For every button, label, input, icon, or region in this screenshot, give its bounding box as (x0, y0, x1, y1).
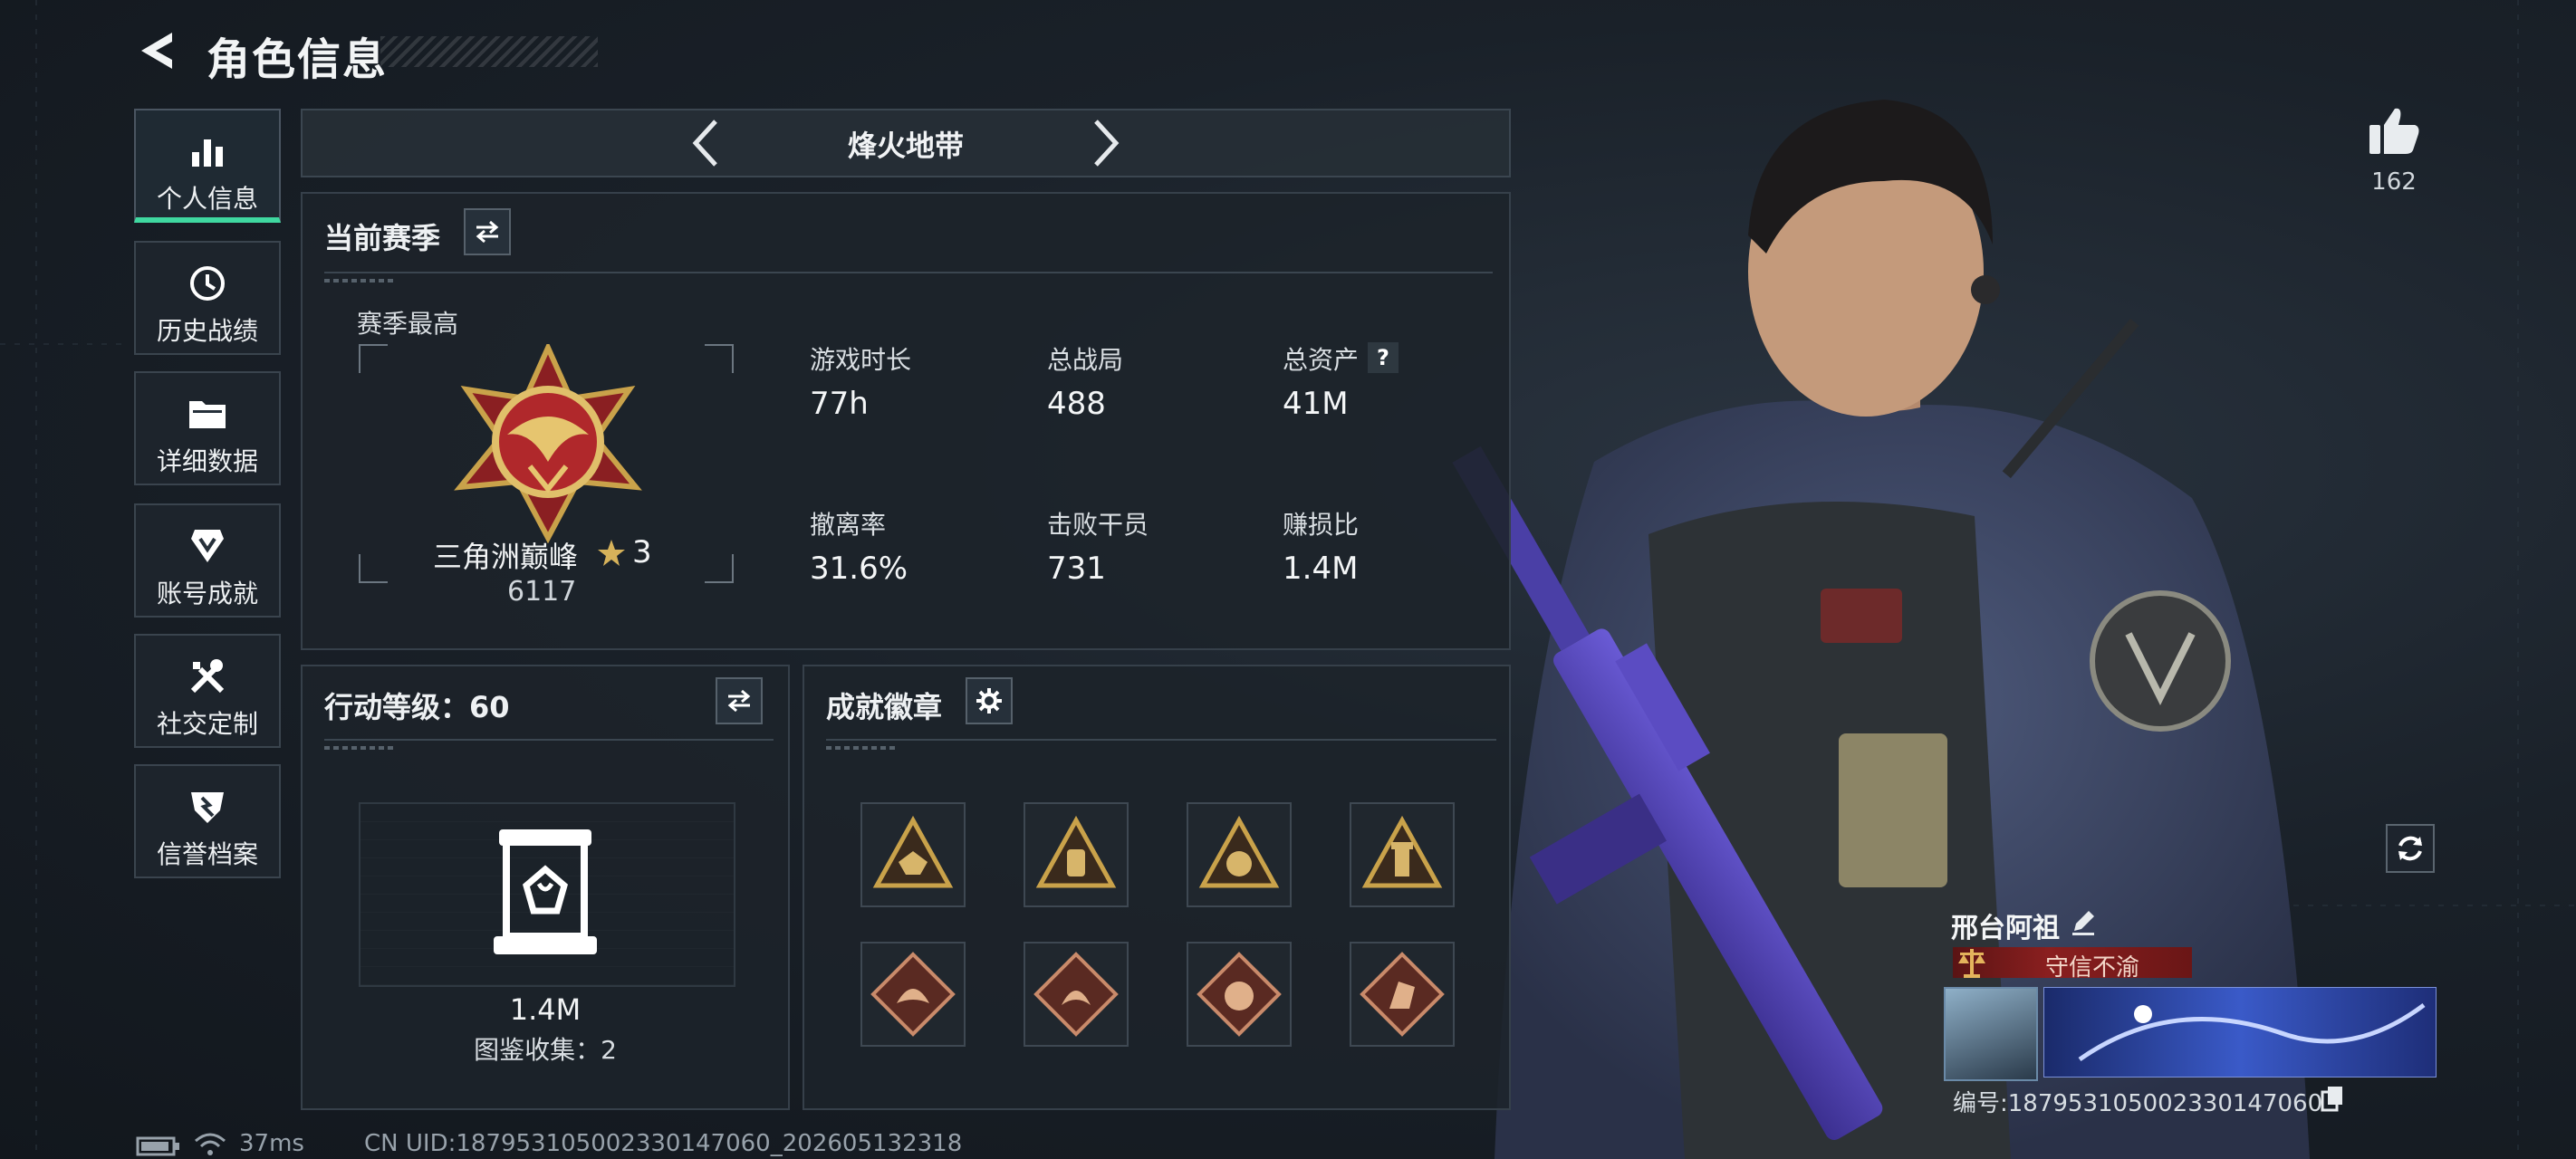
collection-count: 图鉴收集：2 (474, 1035, 617, 1065)
sidebar-item-label: 历史战绩 (156, 316, 258, 346)
edit-name-icon[interactable] (2069, 907, 2098, 936)
achievements-title: 成就徽章 (826, 690, 943, 724)
diamond-badge-icon (1033, 952, 1119, 1037)
next-mode-button[interactable] (1089, 116, 1125, 170)
star-icon (598, 540, 625, 566)
battery-icon (136, 1136, 179, 1156)
sidebar-item-detailed-data[interactable]: 详细数据 (134, 371, 281, 485)
previous-mode-button[interactable] (687, 116, 723, 170)
sidebar-item-history[interactable]: 历史战绩 (134, 241, 281, 355)
badge-slot[interactable] (1024, 942, 1129, 1047)
stat-value-total-matches: 488 (1047, 386, 1106, 422)
mode-name: 烽火地带 (847, 129, 964, 163)
divider (324, 739, 774, 741)
refresh-button[interactable] (2386, 824, 2435, 873)
collection-value: 1.4M (509, 992, 582, 1027)
season-title: 当前赛季 (324, 221, 441, 255)
season-highest-label: 赛季最高 (357, 309, 459, 339)
player-name: 邢台阿祖 (1951, 913, 2060, 944)
badge-slot[interactable] (1187, 942, 1292, 1047)
sidebar-item-label: 详细数据 (156, 446, 258, 476)
diamond-badge-icon (1360, 952, 1445, 1037)
shield-icon (136, 786, 279, 828)
divider-accent (324, 746, 397, 750)
triangle-badge-icon (872, 815, 954, 888)
sidebar-item-achievements[interactable]: 账号成就 (134, 503, 281, 618)
triangle-badge-icon (1198, 815, 1280, 888)
swap-icon (476, 220, 499, 244)
rank-name: 三角洲巅峰 (433, 540, 579, 574)
tools-icon (136, 656, 279, 697)
badge-slot[interactable] (1350, 802, 1455, 907)
sidebar-item-reputation[interactable]: 信誉档案 (134, 764, 281, 878)
help-icon[interactable]: ? (1368, 342, 1399, 373)
badge-slot[interactable] (860, 942, 966, 1047)
page-title: 角色信息 (207, 34, 389, 85)
frame-corner (359, 554, 388, 583)
sidebar-item-personal-info[interactable]: 个人信息 (134, 109, 281, 223)
bar-chart-icon (136, 130, 279, 172)
uid-text: CN UID:187953105002330147060_20260513231… (364, 1130, 963, 1157)
copy-icon[interactable] (2321, 1085, 2344, 1112)
rank-stars: 3 (632, 534, 652, 570)
action-level-title: 行动等级：60 (324, 690, 510, 724)
stat-label-kills: 击败干员 (1047, 510, 1149, 540)
divider (826, 739, 1496, 741)
display-case-icon (494, 829, 597, 954)
divider-accent (826, 746, 899, 750)
action-level-switch-button[interactable] (716, 677, 763, 724)
sidebar-item-label: 社交定制 (156, 709, 258, 739)
diamond-badge-icon (870, 952, 956, 1037)
stat-label-total-matches: 总战局 (1047, 345, 1124, 375)
refresh-icon (2398, 836, 2422, 861)
likes-count: 162 (2371, 168, 2417, 196)
back-button[interactable] (136, 29, 176, 72)
sidebar-item-label: 账号成就 (156, 579, 258, 608)
badge-slot[interactable] (860, 802, 966, 907)
season-switch-button[interactable] (464, 208, 511, 255)
triangle-badge-icon (1035, 815, 1117, 888)
rank-score: 6117 (507, 576, 577, 608)
history-icon (136, 263, 279, 304)
stat-label-extraction-rate: 撤离率 (810, 510, 887, 540)
divider (324, 272, 1493, 273)
frame-corner (705, 344, 734, 373)
title-decoration (380, 36, 598, 67)
achievements-settings-button[interactable] (966, 677, 1013, 724)
frame-corner (705, 554, 734, 583)
stat-label-total-assets: 总资产 (1283, 345, 1360, 375)
thumbs-up-icon[interactable] (2368, 105, 2420, 156)
stat-value-kills: 731 (1047, 551, 1106, 587)
achievement-icon (136, 525, 279, 567)
stat-value-extraction-rate: 31.6% (810, 551, 908, 587)
scales-icon (1958, 949, 1985, 978)
frame-corner (359, 344, 388, 373)
badge-slot[interactable] (1350, 942, 1455, 1047)
triangle-badge-icon (1361, 815, 1443, 888)
sidebar-item-label: 信誉档案 (156, 839, 258, 869)
stat-label-profit-ratio: 赚损比 (1283, 510, 1360, 540)
badge-slot[interactable] (1187, 802, 1292, 907)
badge-slot[interactable] (1024, 802, 1129, 907)
divider-accent (324, 279, 397, 283)
sidebar-item-label: 个人信息 (156, 184, 258, 214)
sidebar-item-social[interactable]: 社交定制 (134, 634, 281, 748)
reputation-text: 守信不渝 (2044, 954, 2139, 982)
stat-value-play-time: 77h (810, 386, 869, 422)
wifi-icon (195, 1133, 226, 1155)
avatar[interactable] (1944, 987, 2038, 1081)
stat-label-play-time: 游戏时长 (810, 345, 912, 375)
diamond-badge-icon (1197, 952, 1282, 1037)
stat-value-total-assets: 41M (1283, 386, 1349, 422)
stat-value-profit-ratio: 1.4M (1283, 551, 1359, 587)
rank-emblem (454, 344, 642, 543)
folder-icon (136, 393, 279, 435)
gear-icon (976, 688, 1002, 714)
name-card-banner[interactable] (2043, 987, 2437, 1078)
ping-value: 37ms (239, 1130, 304, 1157)
swap-icon (727, 689, 751, 713)
player-id: 编号:187953105002330147060 (1953, 1090, 2323, 1117)
